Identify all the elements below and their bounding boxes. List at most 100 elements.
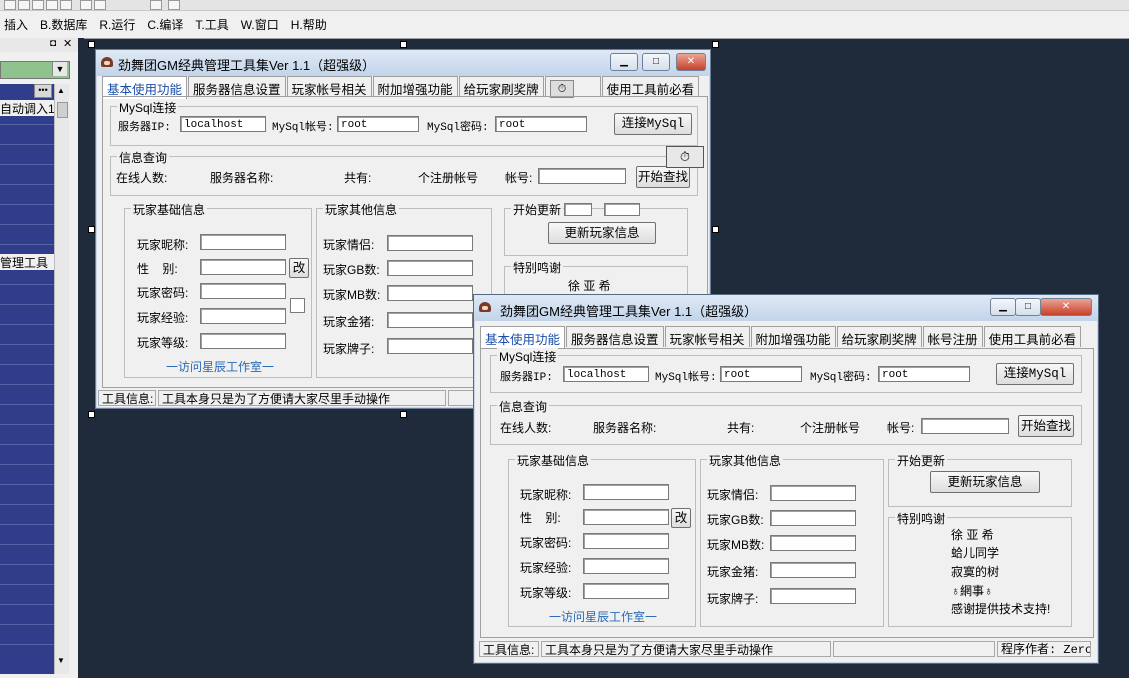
selection-handle[interactable] xyxy=(712,41,719,48)
mb-field[interactable] xyxy=(387,285,473,301)
toolbar-button[interactable] xyxy=(46,0,58,10)
toolbar-button[interactable] xyxy=(80,0,92,10)
toolbar-button[interactable] xyxy=(150,0,162,10)
tab-basic[interactable]: 基本使用功能 xyxy=(480,326,566,349)
scroll-up-icon[interactable]: ▲ xyxy=(57,86,65,95)
password-field[interactable] xyxy=(583,533,669,549)
tab-extra[interactable]: 附加增强功能 xyxy=(750,326,836,347)
update-field-a[interactable] xyxy=(564,203,592,216)
studio-link[interactable]: 一访问星辰工作室一 xyxy=(549,608,657,625)
chevron-down-icon[interactable]: ▼ xyxy=(52,62,67,76)
toolbar-button[interactable] xyxy=(94,0,106,10)
tab-account[interactable]: 玩家帐号相关 xyxy=(286,76,372,97)
mysql-user-field[interactable]: root xyxy=(720,366,802,382)
ellipsis-button[interactable]: ••• xyxy=(34,84,52,98)
selection-handle[interactable] xyxy=(88,411,95,418)
panel-splitter[interactable] xyxy=(78,38,84,678)
medal-field[interactable] xyxy=(770,588,856,604)
close-icon[interactable]: ✕ xyxy=(63,37,72,50)
toolbar-button[interactable] xyxy=(168,0,180,10)
tab-medal[interactable]: 给玩家刷奖牌 xyxy=(458,76,544,97)
change-gender-button[interactable]: 改 xyxy=(671,508,691,528)
studio-link[interactable]: 一访问星辰工作室一 xyxy=(166,358,274,375)
exp-field[interactable] xyxy=(583,558,669,574)
property-list[interactable] xyxy=(0,84,54,674)
gb-field[interactable] xyxy=(770,510,856,526)
connect-mysql-button[interactable]: 连接MySql xyxy=(996,363,1074,385)
gold-pig-field[interactable] xyxy=(770,562,856,578)
minimize-button[interactable]: ▁ xyxy=(610,53,638,71)
maximize-button[interactable]: □ xyxy=(1015,298,1041,316)
menu-window[interactable]: W.窗口 xyxy=(237,14,283,34)
toolbar-button[interactable] xyxy=(18,0,30,10)
search-button[interactable]: 开始查找 xyxy=(636,166,690,188)
connect-mysql-button[interactable]: 连接MySql xyxy=(614,113,692,135)
selection-handle[interactable] xyxy=(88,41,95,48)
update-player-button[interactable]: 更新玩家信息 xyxy=(930,471,1040,493)
toolbar-button[interactable] xyxy=(60,0,72,10)
partner-field[interactable] xyxy=(770,485,856,501)
update-player-button[interactable]: 更新玩家信息 xyxy=(548,222,656,244)
gold-pig-field[interactable] xyxy=(387,312,473,328)
password-checkbox[interactable] xyxy=(290,298,305,313)
pin-icon[interactable]: ◘ xyxy=(50,38,56,49)
nickname-field[interactable] xyxy=(200,234,286,250)
mysql-user-field[interactable]: root xyxy=(337,116,419,132)
level-field[interactable] xyxy=(200,333,286,349)
close-button[interactable]: ✕ xyxy=(1040,298,1092,316)
group-label: 开始更新 xyxy=(895,452,948,469)
gb-field[interactable] xyxy=(387,260,473,276)
menu-tools[interactable]: T.工具 xyxy=(191,14,232,34)
tab-register[interactable]: 帐号注册 xyxy=(922,326,983,347)
online-label: 在线人数: xyxy=(116,171,168,185)
menu-help[interactable]: H.帮助 xyxy=(287,14,331,34)
tab-server[interactable]: 服务器信息设置 xyxy=(188,76,286,97)
server-ip-field[interactable]: localhost xyxy=(563,366,649,382)
menu-run[interactable]: R.运行 xyxy=(95,14,139,34)
change-gender-button[interactable]: 改 xyxy=(289,258,309,278)
tab-readme[interactable]: 使用工具前必看 xyxy=(601,76,700,97)
nickname-field[interactable] xyxy=(583,484,669,500)
password-field[interactable] xyxy=(200,283,286,299)
mb-field[interactable] xyxy=(770,535,856,551)
gender-field[interactable] xyxy=(583,509,669,525)
selection-handle[interactable] xyxy=(88,226,95,233)
server-ip-field[interactable]: localhost xyxy=(180,116,266,132)
selection-handle[interactable] xyxy=(400,41,407,48)
account-field[interactable] xyxy=(921,418,1009,434)
scroll-thumb[interactable] xyxy=(57,102,68,118)
gender-field[interactable] xyxy=(200,259,286,275)
menu-database[interactable]: B.数据库 xyxy=(36,14,91,34)
minimize-button[interactable]: ▁ xyxy=(990,298,1016,316)
search-button[interactable]: 开始查找 xyxy=(1018,415,1074,437)
toolbar-button[interactable] xyxy=(32,0,44,10)
list-item[interactable]: 管理工具 xyxy=(0,254,54,270)
scrollbar[interactable]: ▲ ▼ xyxy=(54,84,69,674)
close-button[interactable]: ✕ xyxy=(676,53,706,71)
tab-server[interactable]: 服务器信息设置 xyxy=(566,326,664,347)
dialog-titlebar[interactable]: 劲舞团GM经典管理工具集Ver 1.1（超强级） ▁ □ ✕ xyxy=(474,295,1098,321)
tab-medal[interactable]: 给玩家刷奖牌 xyxy=(836,326,922,347)
medal-field[interactable] xyxy=(387,338,473,354)
menu-insert[interactable]: 插入 xyxy=(0,14,32,34)
tab-account[interactable]: 玩家帐号相关 xyxy=(664,326,750,347)
stopwatch-icon[interactable]: ⏱ xyxy=(666,146,704,168)
maximize-button[interactable]: □ xyxy=(642,53,670,71)
list-item[interactable]: 自动调入1 xyxy=(0,100,54,116)
menu-compile[interactable]: C.编译 xyxy=(143,14,187,34)
scroll-down-icon[interactable]: ▼ xyxy=(57,656,65,665)
status-label: 工具信息: xyxy=(479,641,539,657)
dialog-titlebar[interactable]: 劲舞团GM经典管理工具集Ver 1.1（超强级） ▁ □ ✕ xyxy=(96,50,710,76)
tab-extra[interactable]: 附加增强功能 xyxy=(372,76,458,97)
mysql-pass-field[interactable]: root xyxy=(495,116,587,132)
partner-field[interactable] xyxy=(387,235,473,251)
account-field[interactable] xyxy=(538,168,626,184)
mysql-pass-field[interactable]: root xyxy=(878,366,970,382)
update-field-b[interactable] xyxy=(604,203,640,216)
selection-handle[interactable] xyxy=(712,226,719,233)
exp-field[interactable] xyxy=(200,308,286,324)
level-field[interactable] xyxy=(583,583,669,599)
toolbar-button[interactable] xyxy=(4,0,16,10)
selection-handle[interactable] xyxy=(400,411,407,418)
tab-readme[interactable]: 使用工具前必看 xyxy=(983,326,1082,347)
